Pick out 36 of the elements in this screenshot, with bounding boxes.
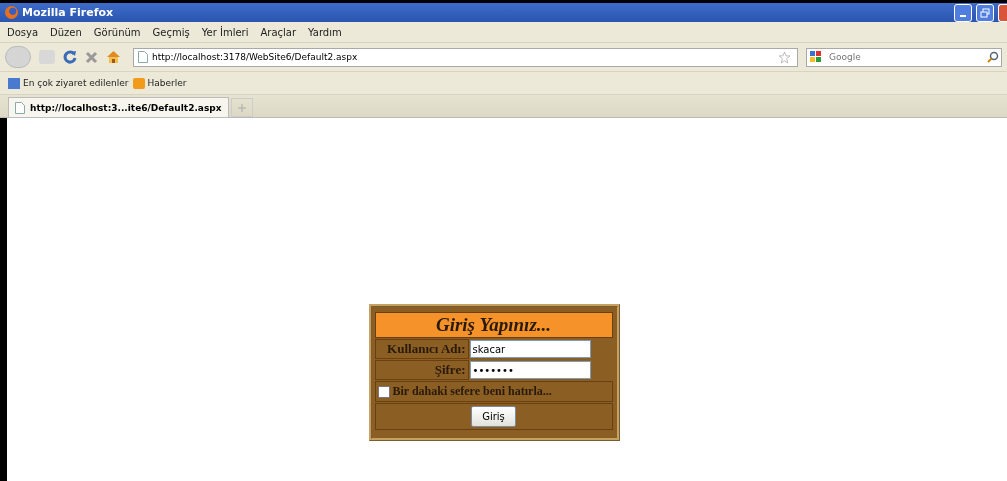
bookmark-link[interactable]: En çok ziyaret edilenler	[23, 78, 129, 88]
firefox-logo-icon	[5, 6, 18, 19]
username-field[interactable]: skacar	[469, 340, 591, 358]
restore-icon	[980, 7, 990, 18]
menu-item[interactable]: Yardım	[308, 26, 342, 38]
login-button[interactable]: Giriş	[471, 406, 516, 427]
stop-icon[interactable]	[85, 50, 98, 64]
remember-label: Bir dahaki sefere beni hatırla...	[392, 384, 552, 399]
address-bar[interactable]: http://localhost:3178/WebSite6/Default2.aspx	[133, 47, 798, 67]
menu-item[interactable]: Görünüm	[93, 26, 141, 38]
page-icon	[15, 101, 25, 114]
username-label: Kullanıcı Adı:	[374, 339, 469, 359]
remember-checkbox[interactable]	[377, 385, 390, 398]
restore-button[interactable]	[976, 3, 994, 22]
password-field[interactable]: •••••••	[469, 361, 591, 379]
minimize-icon	[960, 14, 966, 17]
bookmark-link[interactable]: Haberler	[147, 78, 187, 88]
address-field[interactable]: http://localhost:3178/WebSite6/Default2.aspx	[152, 52, 774, 62]
plus-icon	[237, 103, 246, 112]
star-icon[interactable]	[778, 50, 791, 64]
menu-item[interactable]: Yer İmleri	[201, 26, 249, 38]
menu-item[interactable]: Düzen	[50, 26, 82, 38]
window-title: Mozilla Firefox	[22, 6, 115, 19]
menu-item[interactable]: Geçmiş	[152, 26, 190, 38]
reload-icon[interactable]	[63, 50, 77, 64]
minimize-button[interactable]	[954, 3, 972, 22]
menu-item[interactable]: Dosya	[7, 26, 39, 38]
search-icon[interactable]	[987, 51, 999, 63]
menu-item[interactable]: Araçlar	[260, 26, 297, 38]
close-button[interactable]	[998, 3, 1007, 22]
home-icon[interactable]	[106, 50, 121, 64]
password-label: Şifre:	[374, 360, 469, 380]
browser-tab[interactable]: http://localhost:3...ite6/Default2.aspx	[8, 97, 229, 117]
login-title: Giriş Yapınız...	[374, 312, 613, 338]
page-icon	[138, 51, 148, 63]
search-bar[interactable]: Google	[806, 47, 1002, 67]
